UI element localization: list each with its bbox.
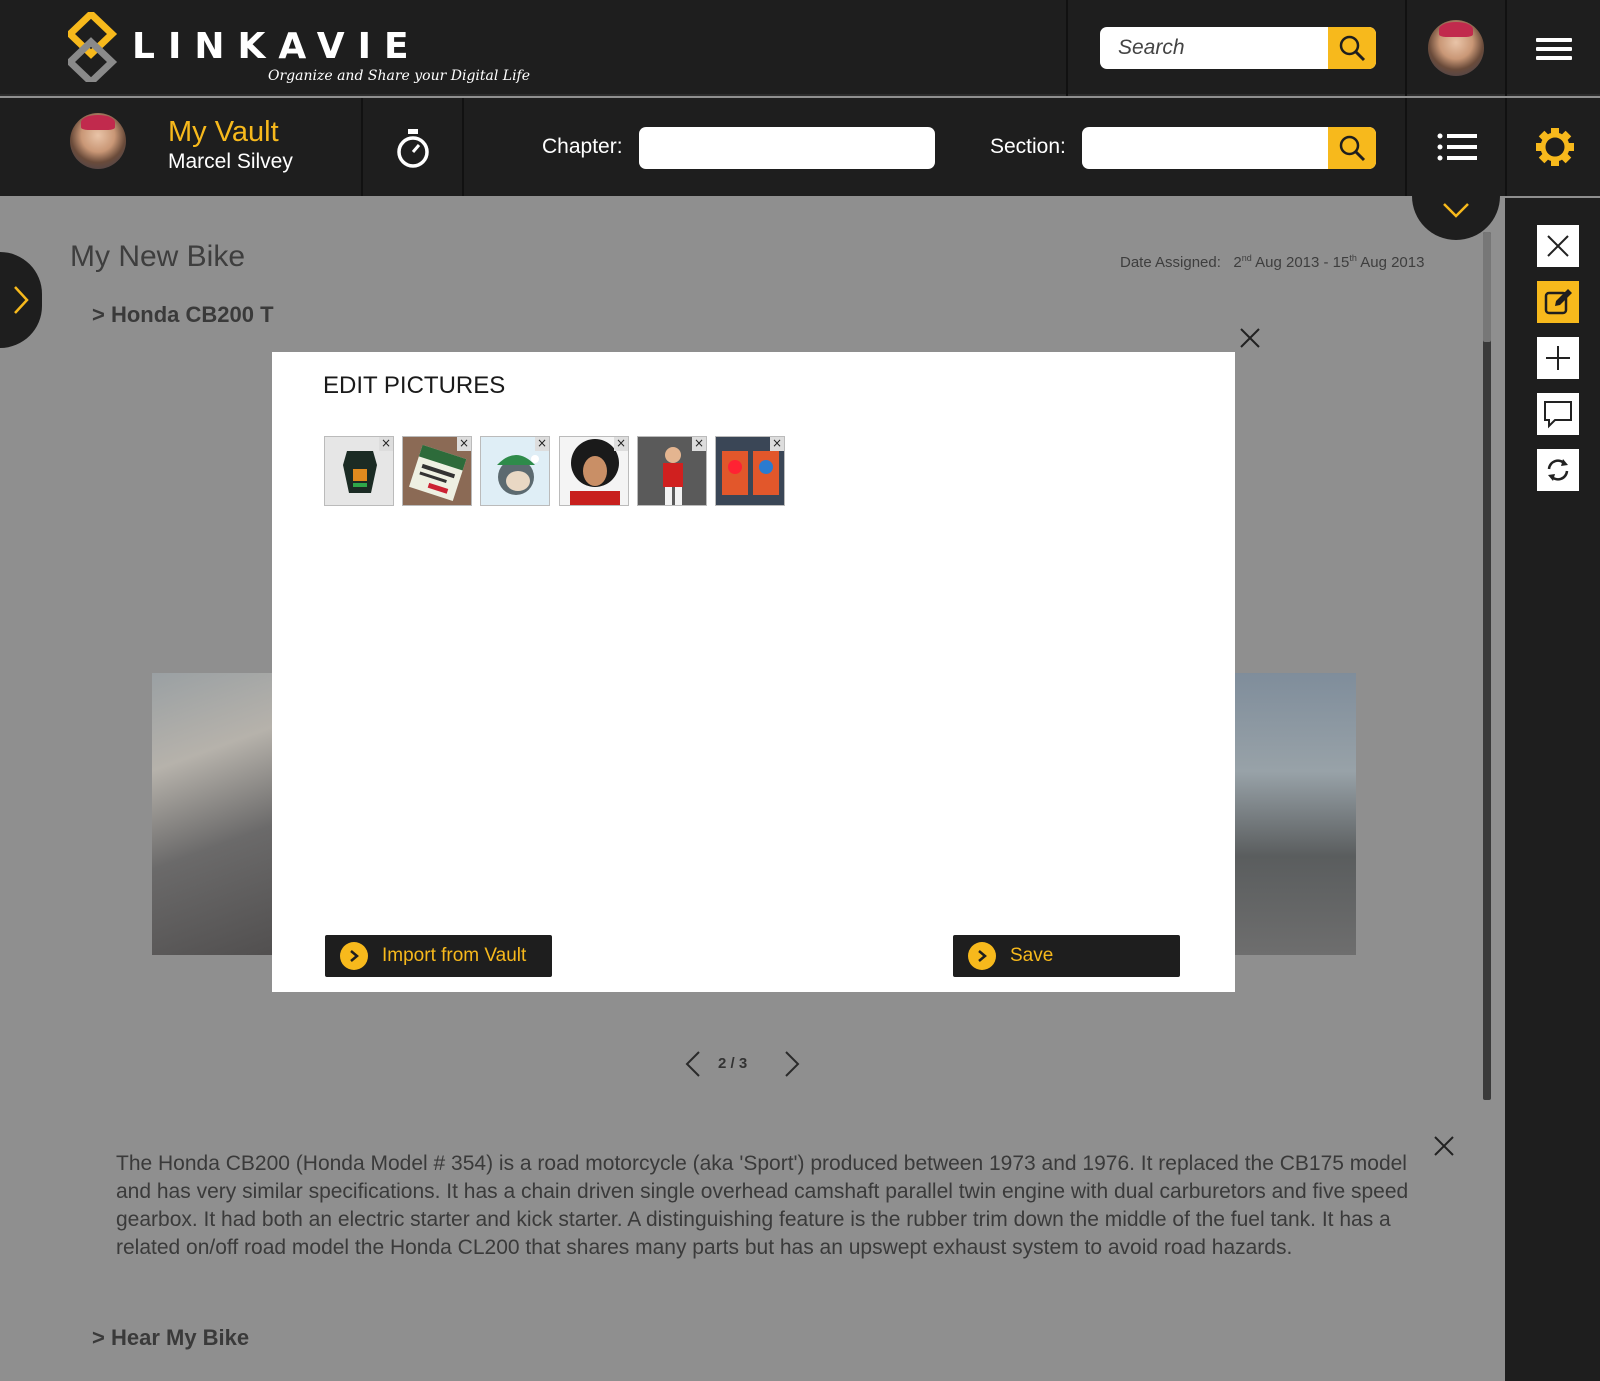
date-label: Date Assigned: (1120, 254, 1221, 271)
date-range-middle: Aug 2013 - 15 (1251, 254, 1350, 271)
search-button[interactable] (1328, 27, 1376, 69)
delete-thumbnail-button[interactable]: × (614, 437, 628, 451)
edit-tool-button[interactable] (1537, 281, 1579, 323)
chapter-input[interactable] (639, 127, 935, 169)
brand-tagline: Organize and Share your Digital Life (268, 68, 531, 84)
thumbnail-curly-hair-man[interactable]: × (559, 436, 629, 506)
chevron-down-icon (1443, 203, 1469, 218)
page-indicator: 2 / 3 (718, 1055, 748, 1072)
settings-gear-icon[interactable] (1535, 127, 1575, 167)
section-link-honda[interactable]: > Honda CB200 T (92, 302, 274, 328)
delete-thumbnail-button[interactable]: × (692, 437, 706, 451)
pager: 2 / 3 (680, 1046, 810, 1080)
list-view-icon[interactable] (1437, 132, 1477, 162)
linkavie-logo[interactable]: LINKAVIE Organize and Share your Digital… (68, 12, 530, 92)
thumbnail-soccer-player[interactable]: × (637, 436, 707, 506)
page-title: My New Bike (70, 240, 246, 273)
section-search-button[interactable] (1328, 127, 1376, 169)
scrollbar[interactable] (1483, 232, 1491, 1100)
date-range-end: Aug 2013 (1356, 254, 1425, 271)
search-input[interactable] (1100, 27, 1328, 69)
close-modal-icon[interactable] (1238, 326, 1262, 350)
thumbnail-battery[interactable]: × (324, 436, 394, 506)
section-link-hear-bike[interactable]: > Hear My Bike (92, 1325, 249, 1351)
chevron-right-icon (340, 942, 368, 970)
side-panel-toggle[interactable] (0, 252, 42, 348)
chevron-right-icon[interactable] (784, 1050, 800, 1078)
import-from-vault-button[interactable]: Import from Vault (325, 935, 552, 977)
vault-avatar[interactable] (70, 113, 126, 169)
save-button[interactable]: Save (953, 935, 1180, 977)
brand-name: LINKAVIE (132, 26, 422, 67)
divider (1405, 98, 1407, 196)
date-start-day: 2 (1233, 254, 1242, 271)
modal-title: EDIT PICTURES (323, 372, 506, 399)
date-assigned: Date Assigned: 2nd Aug 2013 - 15th Aug 2… (1120, 253, 1424, 271)
top-bar: LINKAVIE Organize and Share your Digital… (0, 0, 1600, 96)
chevron-left-icon[interactable] (685, 1050, 701, 1078)
delete-thumbnail-button[interactable]: × (457, 437, 471, 451)
bike-description: The Honda CB200 (Honda Model # 354) is a… (116, 1152, 1409, 1259)
scrollbar-thumb[interactable] (1483, 232, 1491, 342)
thumbnail-app-screens[interactable]: × (715, 436, 785, 506)
refresh-tool-button[interactable] (1537, 449, 1579, 491)
thumbnail-miles-sign[interactable]: × (402, 436, 472, 506)
close-icon (1547, 235, 1569, 257)
stopwatch-icon[interactable] (394, 128, 432, 170)
chapter-label: Chapter: (542, 135, 623, 158)
edit-pictures-modal: EDIT PICTURES × × × × × × Import from Va… (272, 352, 1235, 992)
search-icon (1339, 35, 1366, 62)
divider (1505, 0, 1507, 96)
user-avatar[interactable] (1428, 20, 1484, 76)
bike-photo-right[interactable] (1235, 673, 1356, 955)
main-menu-button[interactable] (1536, 38, 1572, 60)
divider (1505, 98, 1507, 196)
divider (1066, 0, 1068, 96)
vault-user-name: Marcel Silvey (168, 150, 293, 173)
search-icon (1339, 135, 1366, 162)
divider (361, 98, 363, 196)
chevron-right-icon (14, 286, 29, 314)
vault-title[interactable]: My Vault (168, 116, 279, 149)
thumbnail-monkey[interactable]: × (480, 436, 550, 506)
date-end-sup: th (1349, 253, 1357, 263)
logo-mark-icon (68, 12, 118, 82)
edit-icon (1544, 289, 1572, 315)
divider (462, 98, 464, 196)
import-label: Import from Vault (382, 945, 527, 966)
close-tool-button[interactable] (1537, 225, 1579, 267)
divider (1405, 0, 1407, 96)
delete-thumbnail-button[interactable]: × (379, 437, 393, 451)
comment-icon (1544, 401, 1572, 429)
chevron-right-icon (968, 942, 996, 970)
plus-icon (1546, 346, 1570, 370)
global-search (1100, 27, 1376, 69)
refresh-icon (1547, 459, 1569, 481)
bike-photo-left[interactable] (152, 673, 277, 955)
date-start-sup: nd (1241, 253, 1252, 263)
delete-thumbnail-button[interactable]: × (770, 437, 784, 451)
section-label: Section: (990, 135, 1066, 158)
comment-tool-button[interactable] (1537, 393, 1579, 435)
save-label: Save (1010, 945, 1054, 966)
delete-thumbnail-button[interactable]: × (535, 437, 549, 451)
add-tool-button[interactable] (1537, 337, 1579, 379)
